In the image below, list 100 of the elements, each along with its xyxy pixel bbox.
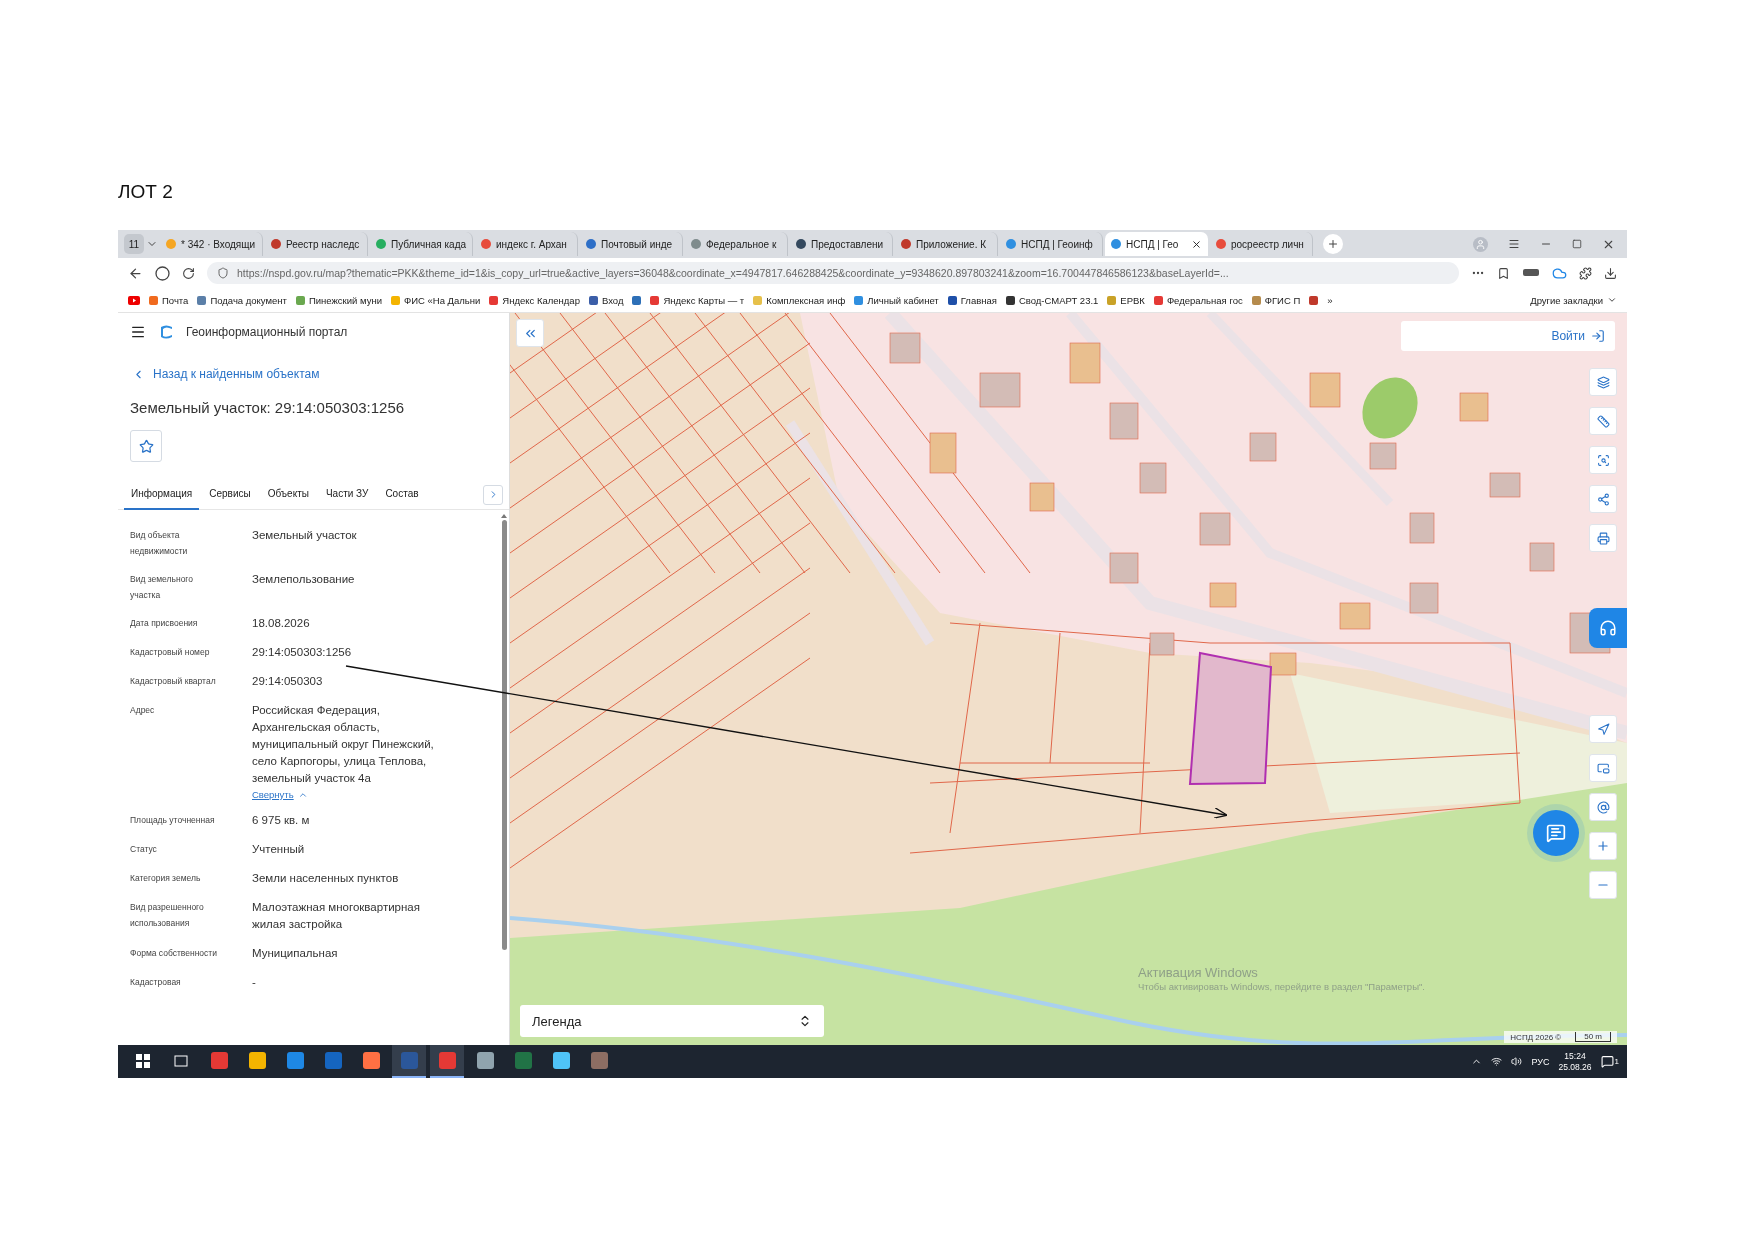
back-icon[interactable] — [128, 265, 143, 281]
browser-tab[interactable]: НСПД | Гео — [1105, 232, 1208, 256]
bookmark-item[interactable]: ФГИС П — [1251, 294, 1301, 306]
browser-tab[interactable]: Федеральное к — [685, 232, 788, 256]
info-tab[interactable]: Объекты — [260, 479, 316, 510]
bookmark-icon[interactable] — [1497, 266, 1510, 280]
bookmark-favicon-icon[interactable] — [632, 295, 642, 305]
browser-tab[interactable]: Почтовый инде — [580, 232, 683, 256]
navigation-button[interactable] — [1589, 715, 1617, 743]
plus-icon — [1596, 839, 1610, 853]
field-value: 29:14:050303:1256 — [252, 645, 352, 660]
field-value: Земельный участок — [252, 528, 357, 543]
notifications-icon[interactable] — [1600, 1055, 1614, 1068]
field-value: 18.08.2026 — [252, 616, 310, 631]
info-tab[interactable]: Части ЗУ — [318, 479, 376, 510]
field-label: Форма собственности — [130, 947, 218, 960]
volume-icon[interactable] — [1511, 1056, 1523, 1067]
other-bookmarks-folder[interactable]: Другие закладки — [1530, 294, 1617, 306]
field-value: - — [252, 975, 256, 990]
browser-tab[interactable]: росреестр личн — [1210, 232, 1313, 256]
bookmark-favicon-icon[interactable] — [1309, 295, 1319, 305]
address-field[interactable]: https://nspd.gov.ru/map?thematic=PKK&theme_id=1&is_copy_url=true&active_layers=36048&coordinate_x=4947817.646288425&coordinate_y=9348620.897803241&zoom=16.700447846586123&baseLayerId=... — [207, 262, 1459, 284]
field-value: 6 975 кв. м — [252, 813, 310, 828]
bookmark-item[interactable]: ФИС «На Дальни — [390, 294, 481, 306]
ruler-icon — [1596, 414, 1610, 428]
scale-bar: 50 m — [1575, 1032, 1611, 1042]
field-label: Площадь уточненная — [130, 814, 216, 827]
minimap-button[interactable] — [1589, 754, 1617, 782]
support-button[interactable] — [1589, 608, 1627, 648]
clock-date[interactable]: 25.08.26 — [1558, 1061, 1592, 1073]
legend-dropdown[interactable]: Легенда — [520, 1005, 824, 1037]
taskbar-app-button[interactable] — [392, 1045, 426, 1078]
bookmark-item[interactable]: Главная — [947, 294, 997, 306]
field-value: Малоэтажная многоквартирная жилая застройка — [252, 900, 421, 932]
browser-tab[interactable]: Предоставлени — [790, 232, 893, 256]
bookmark-item[interactable]: Яндекс Календар — [489, 294, 580, 306]
locate-button[interactable] — [1589, 793, 1617, 821]
restore-icon[interactable] — [1572, 239, 1582, 249]
cloud-icon[interactable] — [1552, 265, 1567, 281]
browser-tab[interactable]: Реестр наследс — [265, 232, 368, 256]
download-icon[interactable] — [1604, 266, 1617, 280]
share-icon — [1596, 492, 1610, 506]
extension-icon[interactable] — [1522, 268, 1540, 278]
area-select-button[interactable] — [1589, 446, 1617, 474]
printer-icon — [1596, 531, 1610, 545]
picture-in-picture-icon — [1596, 761, 1610, 775]
browser-tab[interactable]: индекс г. Архан — [475, 232, 578, 256]
bookmark-item[interactable]: Подача документ — [197, 294, 287, 306]
bookmark-item[interactable]: Свод-СМАРТ 23.1 — [1005, 294, 1099, 306]
bookmarks-overflow[interactable]: » — [1327, 294, 1333, 306]
clock-time[interactable]: 15:24 — [1564, 1050, 1586, 1062]
circle-logo-icon[interactable] — [155, 265, 170, 281]
menu-icon[interactable] — [130, 324, 146, 340]
map-attribution: НСПД 2026 © — [1510, 1032, 1562, 1042]
info-tab[interactable]: Информация — [124, 479, 200, 510]
bookmark-item[interactable]: ЕРВК — [1107, 294, 1145, 306]
at-sign-icon — [1596, 800, 1610, 814]
back-link[interactable]: Назад к найденным объектам — [118, 351, 509, 381]
print-button[interactable] — [1589, 524, 1617, 552]
bookmark-item[interactable]: Пинежский муни — [295, 294, 382, 306]
close-icon[interactable] — [1191, 238, 1202, 250]
navigation-arrow-icon — [1596, 722, 1610, 736]
favorite-button[interactable] — [130, 430, 162, 462]
collapse-link[interactable]: Свернуть — [252, 789, 308, 800]
login-button[interactable]: Войти — [1401, 321, 1615, 351]
bookmark-item[interactable]: Федеральная гос — [1153, 294, 1243, 306]
browser-tab[interactable]: Публичная када — [370, 232, 473, 256]
scroll-up-arrow-icon[interactable] — [501, 514, 507, 518]
field-value: Российская Федерация, Архангельская область, муниципальный округ Пинежский, село Карпогоры, улица Теплова, земельный участок 4а — [252, 703, 435, 786]
bookmark-item[interactable]: Личный кабинет — [854, 294, 939, 306]
menu-icon[interactable] — [1508, 238, 1520, 250]
field-label: Вид объекта недвижимости — [130, 529, 189, 558]
bookmark-item[interactable]: Почта — [149, 294, 189, 306]
share-button[interactable] — [1589, 485, 1617, 513]
field-value: Землепользование — [252, 572, 355, 587]
language-indicator[interactable]: РУС — [1531, 1056, 1550, 1067]
browser-tab[interactable]: НСПД | Геоинф — [1000, 232, 1103, 256]
video-icon[interactable] — [128, 295, 140, 305]
field-label: Кадастровый квартал — [130, 675, 217, 688]
login-icon — [1591, 329, 1605, 343]
collapse-panel-button[interactable] — [516, 319, 544, 347]
tab-count-button[interactable]: 11 — [124, 234, 144, 254]
layers-button[interactable] — [1589, 368, 1617, 396]
field-value: Учтенный — [252, 842, 305, 857]
ruler-button[interactable] — [1589, 407, 1617, 435]
bookmark-item[interactable]: Вход — [588, 294, 624, 306]
reload-icon[interactable] — [182, 266, 195, 280]
puzzle-icon[interactable] — [1579, 266, 1592, 280]
field-label: Кадастровая — [130, 976, 182, 989]
taskbar-app-button[interactable] — [430, 1045, 464, 1078]
bookmark-item[interactable]: Комплексная инф — [753, 294, 846, 306]
browser-tab[interactable]: * 342 · Входящи — [160, 232, 263, 256]
field-label: Статус — [130, 843, 158, 856]
info-tab[interactable]: Состав — [378, 479, 426, 510]
bookmark-item[interactable]: Яндекс Карты — т — [650, 294, 745, 306]
new-tab-button[interactable] — [1323, 234, 1343, 254]
info-tab[interactable]: Сервисы — [202, 479, 258, 510]
network-icon[interactable] — [1491, 1056, 1503, 1067]
browser-tab[interactable]: Приложение. К — [895, 232, 998, 256]
portal-title: Геоинформационный портал — [186, 325, 348, 339]
